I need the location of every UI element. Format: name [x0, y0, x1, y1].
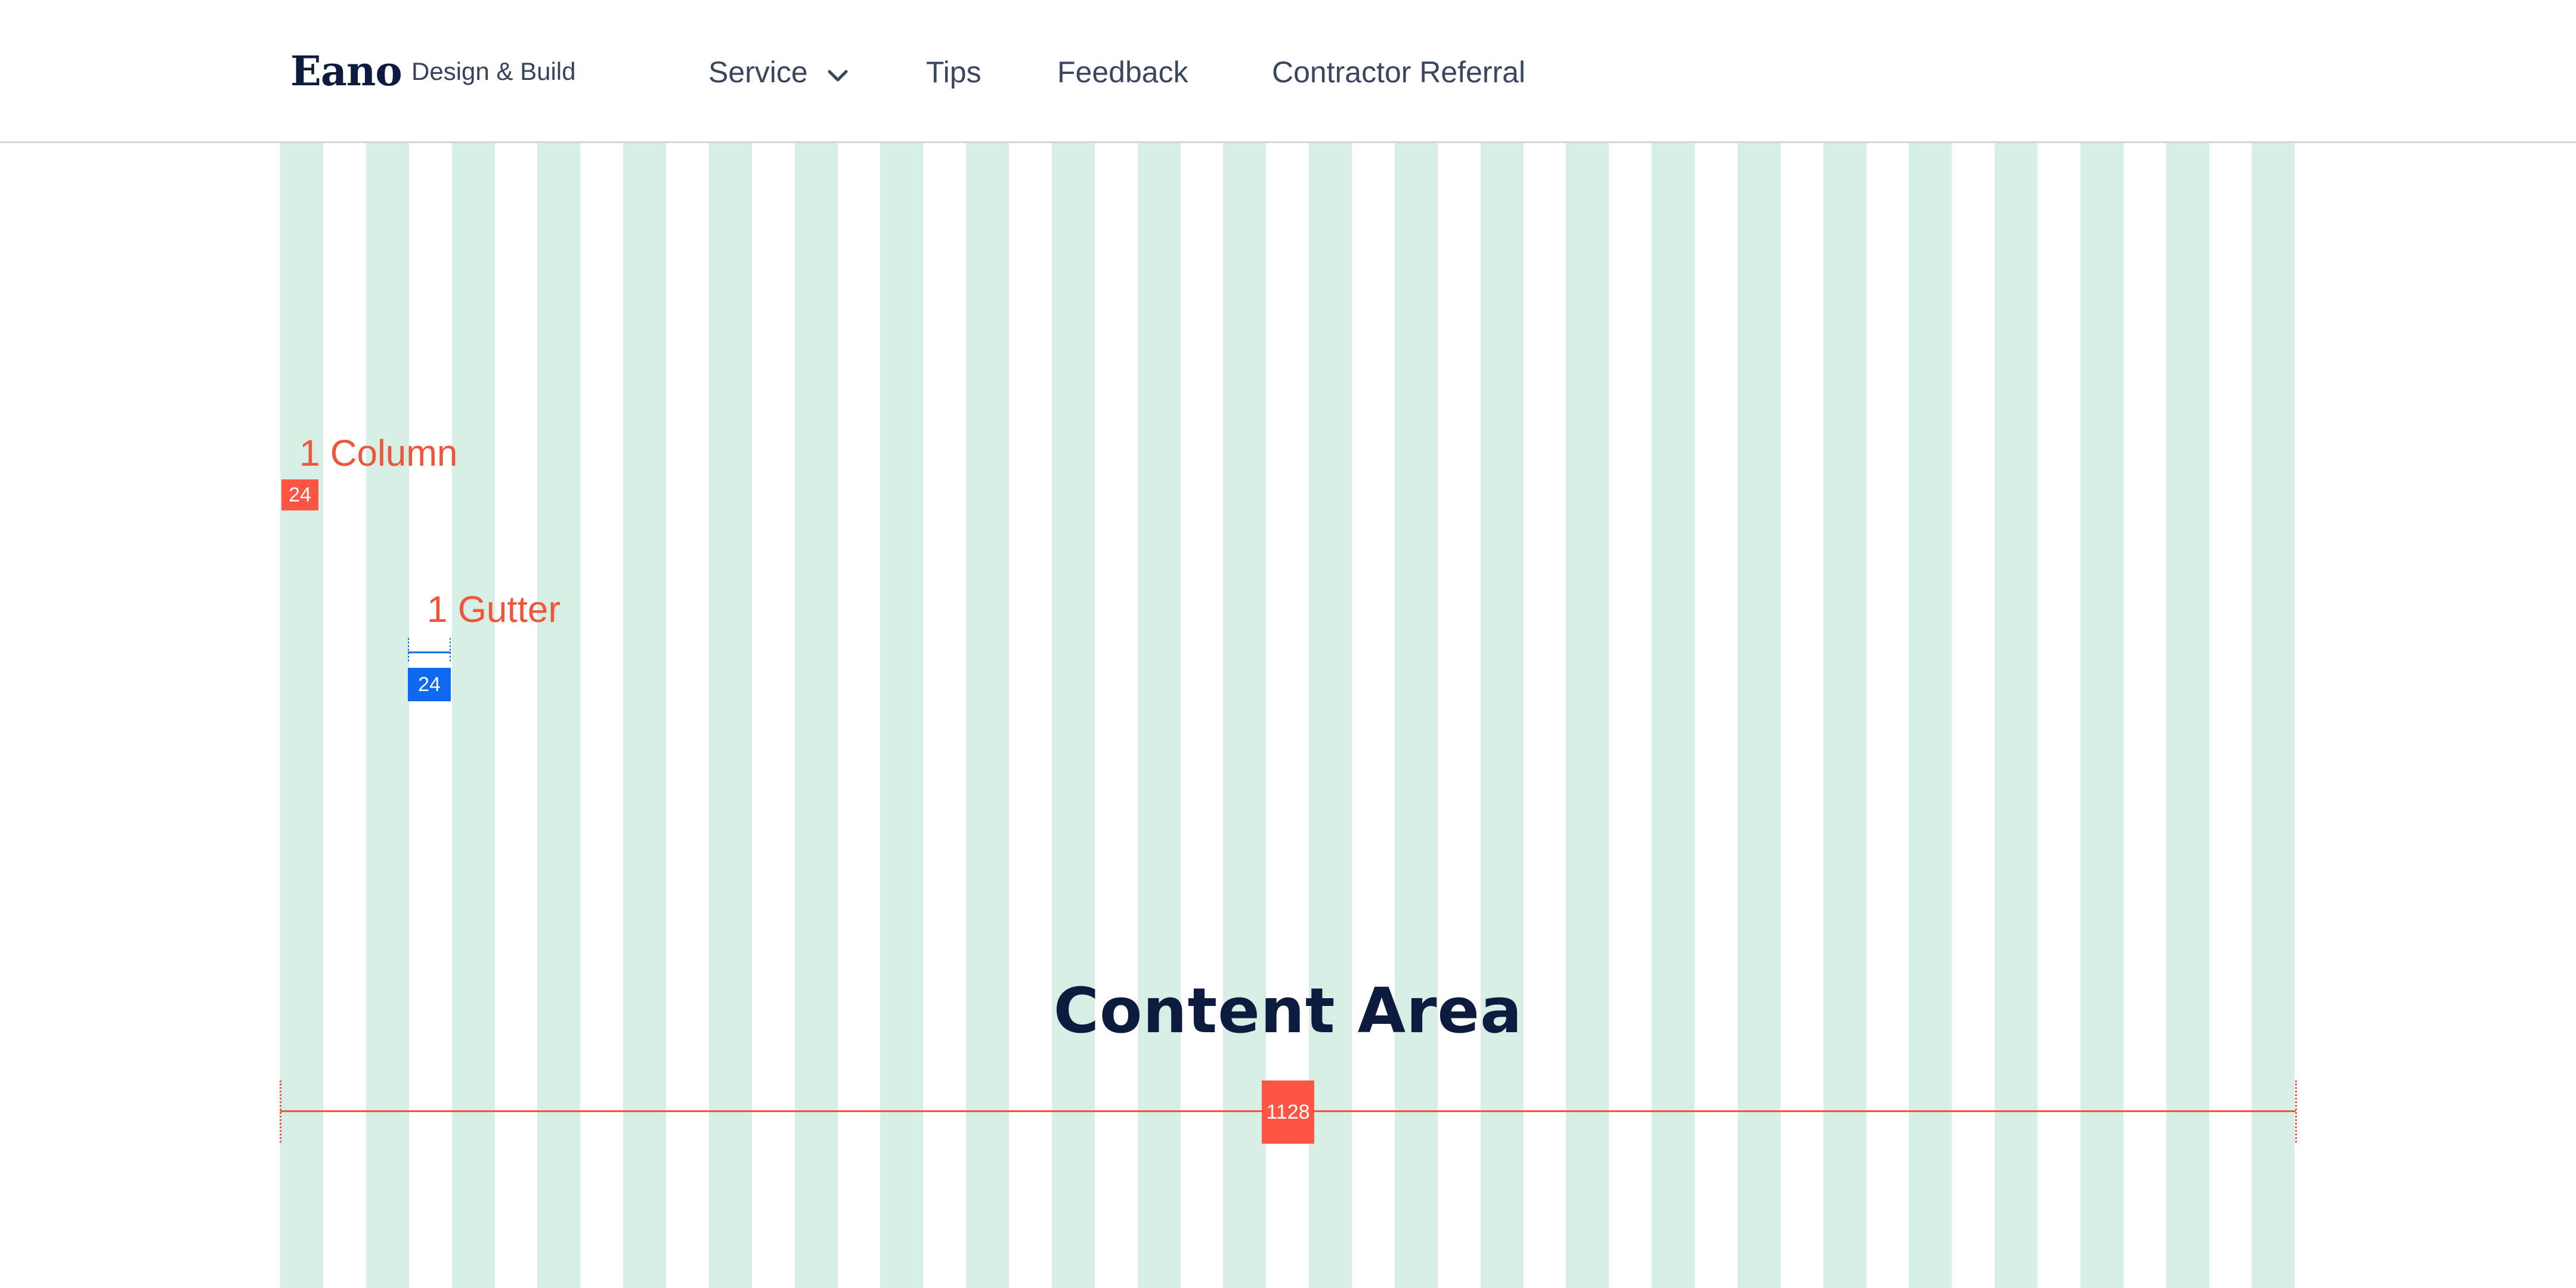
- grid-column: [1138, 143, 1181, 1288]
- content-area-title: Content Area: [1053, 974, 1523, 1047]
- grid-column: [966, 143, 1009, 1288]
- nav-item-service[interactable]: Service: [708, 55, 850, 89]
- nav-item-tips[interactable]: Tips: [926, 55, 982, 89]
- grid-column: [709, 143, 752, 1288]
- grid-column: [1223, 143, 1266, 1288]
- grid-column: [366, 143, 409, 1288]
- grid-column: [1909, 143, 1952, 1288]
- page: Eano Design & Build Service Tips Feedbac…: [0, 0, 2576, 1288]
- grid-column: [880, 143, 923, 1288]
- column-width-badge: 24: [281, 479, 318, 510]
- brand-logo[interactable]: Eano: [290, 43, 402, 100]
- grid-column: [452, 143, 495, 1288]
- grid-column: [795, 143, 838, 1288]
- grid-column: [1052, 143, 1095, 1288]
- grid-column: [2252, 143, 2295, 1288]
- grid-column: [280, 143, 323, 1288]
- grid-column: [2166, 143, 2209, 1288]
- grid-column: [1995, 143, 2038, 1288]
- gutter-width-badge: 24: [408, 668, 451, 701]
- top-navbar: Eano Design & Build Service Tips Feedbac…: [0, 0, 2576, 143]
- gutter-width-marker: [408, 638, 451, 662]
- grid-column: [1823, 143, 1866, 1288]
- content-width-badge: 1128: [1262, 1080, 1314, 1144]
- brand-tagline: Design & Build: [411, 57, 576, 85]
- grid-column: [1566, 143, 1609, 1288]
- grid-column: [1481, 143, 1524, 1288]
- grid-column: [1395, 143, 1438, 1288]
- grid-column: [537, 143, 580, 1288]
- gutter-annotation-label: 1 Gutter: [427, 589, 561, 630]
- chevron-down-icon: [826, 60, 850, 84]
- grid-column: [623, 143, 666, 1288]
- nav-item-feedback[interactable]: Feedback: [1057, 55, 1188, 89]
- grid-column: [1652, 143, 1695, 1288]
- grid-column: [1309, 143, 1352, 1288]
- nav-item-service-label: Service: [708, 55, 808, 89]
- grid-column: [1738, 143, 1781, 1288]
- grid-column: [2080, 143, 2123, 1288]
- nav-item-contractor-referral[interactable]: Contractor Referral: [1272, 55, 1525, 89]
- column-annotation-label: 1 Column: [299, 433, 458, 474]
